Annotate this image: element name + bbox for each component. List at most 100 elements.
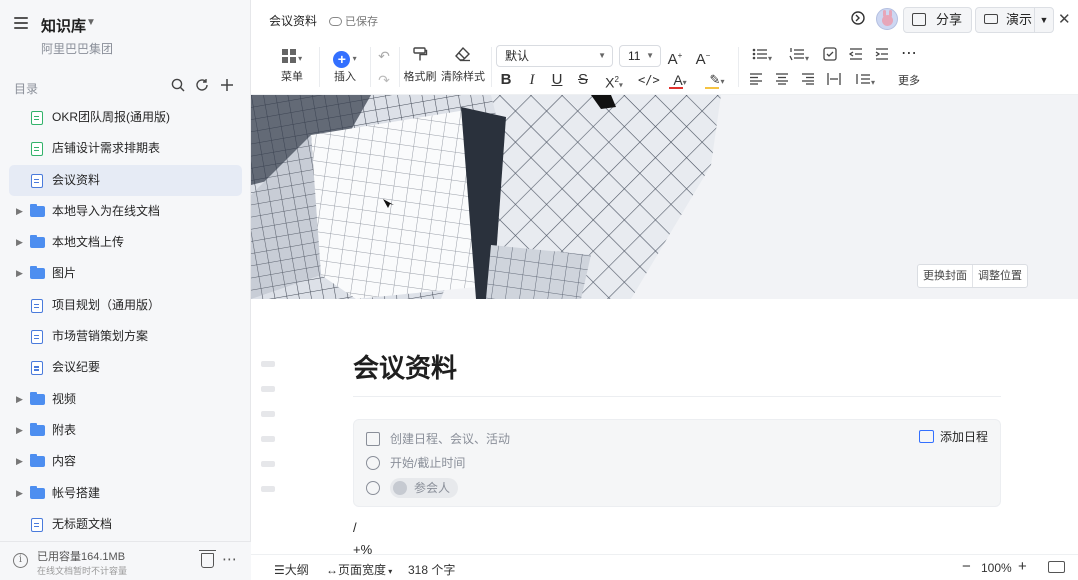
folder-icon <box>30 454 45 468</box>
share-button[interactable]: 分享 <box>903 7 972 33</box>
knowledge-base-title[interactable]: 知识库 <box>41 15 86 36</box>
chevron-right-icon[interactable]: ▶ <box>16 196 23 227</box>
chevron-right-icon[interactable]: ▶ <box>16 478 23 509</box>
more-icon[interactable]: ⋯ <box>222 550 238 568</box>
tree-item[interactable]: ▶ 视频 <box>0 384 251 415</box>
toolbar: ▾ 菜单 + ▾ 插入 ↶ ↷ 格式刷 清除样式 默认 ▼ 11 ▼ A+ A− B… <box>251 40 1078 95</box>
increase-font-icon[interactable]: A+ <box>666 46 684 68</box>
outline-button[interactable]: ☰大纲 <box>274 561 309 578</box>
clear-format-button[interactable]: 清除样式 <box>440 46 486 84</box>
zoom-out-icon[interactable]: − <box>962 558 971 575</box>
numbered-list-icon[interactable]: ▾ <box>784 46 814 66</box>
tree-item-label: 市场营销策划方案 <box>52 329 149 344</box>
participants-chip[interactable]: 参会人 <box>390 478 459 498</box>
zoom-in-icon[interactable]: + <box>1018 558 1027 575</box>
close-icon[interactable]: ✕ <box>1058 10 1071 28</box>
chevron-right-icon[interactable]: ▶ <box>16 258 23 289</box>
tree-item[interactable]: 会议纪要 <box>0 352 251 383</box>
tree-item[interactable]: 市场营销策划方案 <box>0 321 251 352</box>
highlight-icon[interactable]: ✎▾ <box>703 70 731 90</box>
present-button[interactable]: 演示 ▼ <box>975 7 1054 33</box>
undo-icon[interactable]: ↶ <box>375 46 393 66</box>
sidebar-footer: i 已用容量164.1MB 在线文档暂时不计容量 ⋯ <box>0 541 251 580</box>
checkbox-icon[interactable] <box>821 46 839 66</box>
tree-item[interactable]: ▶ 附表 <box>0 415 251 446</box>
body-text-line[interactable]: / <box>353 520 357 535</box>
tree-item[interactable]: 无标题文档 <box>0 509 251 540</box>
bold-icon[interactable]: B <box>497 70 515 90</box>
align-right-icon[interactable] <box>799 70 817 90</box>
monitor-icon <box>984 14 998 24</box>
schedule-card[interactable]: 创建日程、会议、活动 开始/截止时间 参会人 添加日程 <box>353 419 1001 507</box>
change-cover-button[interactable]: 更换封面 <box>918 265 972 287</box>
organization-name: 阿里巴巴集团 <box>41 42 114 56</box>
tree-item[interactable]: OKR团队周报(通用版) <box>0 102 251 133</box>
tree-item-active[interactable]: 会议资料 <box>9 164 242 196</box>
refresh-icon[interactable] <box>194 78 210 94</box>
tree-item[interactable]: ▶ 帐号搭建 <box>0 478 251 509</box>
toolbar-divider <box>370 47 371 87</box>
more-label[interactable]: 更多 <box>895 71 923 91</box>
format-painter-button[interactable]: 格式刷 <box>403 46 437 84</box>
align-left-icon[interactable] <box>747 70 765 90</box>
bullet-list-icon[interactable]: ▾ <box>747 46 777 66</box>
indent-icon[interactable] <box>873 46 891 66</box>
present-label: 演示 <box>1006 12 1033 27</box>
menu-label: 菜单 <box>281 71 303 83</box>
superscript-icon[interactable]: X2▾ <box>601 70 627 91</box>
more-icon[interactable]: ⋯ <box>900 44 918 64</box>
history-icon[interactable] <box>848 10 868 30</box>
style-select[interactable]: 默认 ▼ <box>496 45 613 67</box>
line-spacing-icon[interactable]: ▾ <box>851 70 879 90</box>
italic-icon[interactable]: I <box>523 70 541 90</box>
tree-item[interactable]: ▶ 本地导入为在线文档 <box>0 196 251 227</box>
menu-icon[interactable] <box>14 17 28 29</box>
adjust-position-button[interactable]: 调整位置 <box>972 265 1027 287</box>
sheet-icon <box>31 142 43 157</box>
plus-icon: + <box>333 51 351 68</box>
code-icon[interactable]: </> <box>638 70 660 90</box>
chevron-right-icon[interactable]: ▶ <box>16 384 23 415</box>
strikethrough-icon[interactable]: S <box>574 70 592 90</box>
body-text-line[interactable]: +% <box>353 542 372 554</box>
zoom-level[interactable]: 100% <box>981 561 1012 575</box>
add-schedule-button[interactable]: 添加日程 <box>918 428 988 445</box>
chevron-right-icon[interactable]: ▶ <box>16 446 23 477</box>
tree-item[interactable]: ▶ 本地文档上传 <box>0 227 251 258</box>
page-width-button[interactable]: ↔页面宽度 ▾ <box>326 561 392 578</box>
text-color-icon[interactable]: A▾ <box>667 70 693 90</box>
document-title[interactable]: 会议资料 <box>353 348 457 385</box>
outline-icon: ☰ <box>274 563 285 577</box>
font-size-select[interactable]: 11 ▼ <box>619 45 661 67</box>
status-bar: ☰大纲 ↔页面宽度 ▾ 318 个字 − 100% + <box>251 554 1078 580</box>
chevron-right-icon[interactable]: ▶ <box>16 227 23 258</box>
outdent-icon[interactable] <box>847 46 865 66</box>
chevron-down-icon[interactable]: ▼ <box>86 17 96 28</box>
tree-item-label: 会议资料 <box>52 172 101 187</box>
decrease-font-icon[interactable]: A− <box>694 46 712 68</box>
chevron-right-icon[interactable]: ▶ <box>16 415 23 446</box>
redo-icon[interactable]: ↷ <box>375 70 393 90</box>
avatar[interactable] <box>876 8 898 30</box>
keyboard-icon[interactable] <box>1048 561 1065 573</box>
chevron-down-icon[interactable]: ▼ <box>1034 8 1053 32</box>
sidebar-header: 知识库 ▼ 阿里巴巴集团 <box>0 0 251 70</box>
align-center-icon[interactable] <box>773 70 791 90</box>
add-icon[interactable] <box>219 78 235 94</box>
schedule-participant-row[interactable]: 参会人 <box>366 478 459 498</box>
search-icon[interactable] <box>170 78 186 94</box>
tree-item-label: 帐号搭建 <box>52 485 101 500</box>
trash-icon[interactable] <box>199 550 216 568</box>
info-icon[interactable]: i <box>13 553 28 568</box>
tree-item[interactable]: 项目规划（通用版） <box>0 290 251 321</box>
tree-item[interactable]: 店铺设计需求排期表 <box>0 133 251 164</box>
tree-item[interactable]: ▶ 图片 <box>0 258 251 289</box>
schedule-create-row[interactable]: 创建日程、会议、活动 <box>366 430 510 447</box>
justify-icon[interactable] <box>825 70 843 90</box>
insert-button[interactable]: + ▾ 插入 <box>328 46 362 84</box>
menu-button[interactable]: ▾ 菜单 <box>275 46 309 84</box>
tree-item[interactable]: ▶ 内容 <box>0 446 251 477</box>
underline-icon[interactable]: U <box>548 70 566 90</box>
header-doc-title[interactable]: 会议资料 <box>269 12 317 29</box>
schedule-time-row[interactable]: 开始/截止时间 <box>366 454 465 471</box>
